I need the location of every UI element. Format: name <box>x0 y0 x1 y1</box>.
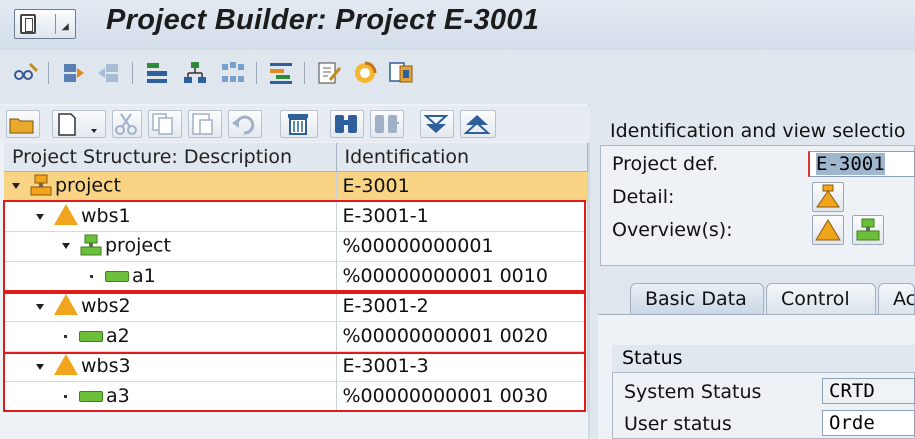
expand-all-button[interactable] <box>420 110 454 138</box>
table-row[interactable]: wbs2 E-3001-2 <box>4 291 588 322</box>
wbs-element-icon <box>815 219 841 241</box>
identification-group-title: Identification and view selectio <box>600 118 915 146</box>
column-header-identification[interactable]: Identification <box>336 143 588 172</box>
table-row[interactable]: a2 %00000000001 0020 <box>4 321 588 352</box>
expanded-toggle-icon[interactable] <box>36 363 44 370</box>
system-menu-button[interactable] <box>14 9 76 39</box>
find-next-icon <box>375 115 399 133</box>
application-toolbar <box>0 52 915 100</box>
structure-icon[interactable] <box>144 60 170 86</box>
open-folder-button[interactable] <box>6 110 40 138</box>
page-title: Project Builder: Project E-3001 <box>106 4 540 36</box>
wbs-element-icon <box>816 184 840 208</box>
activity-icon <box>79 391 103 402</box>
back-arrow-icon[interactable] <box>60 60 86 86</box>
table-row[interactable]: wbs3 E-3001-3 <box>4 351 588 382</box>
activity-icon <box>79 331 103 342</box>
user-status-field[interactable]: Orde <box>822 410 915 436</box>
system-status-label: System Status <box>624 381 762 403</box>
create-button[interactable] <box>52 110 106 138</box>
find-next-button[interactable] <box>370 110 404 138</box>
overview-network-button[interactable] <box>852 215 884 245</box>
detail-label: Detail: <box>612 186 675 208</box>
wbs-element-icon <box>54 204 78 225</box>
forward-arrow-icon[interactable] <box>96 60 122 86</box>
scissors-icon <box>115 113 137 135</box>
leaf-bullet-icon <box>64 335 67 338</box>
glasses-pencil-icon[interactable] <box>12 60 38 86</box>
table-row[interactable]: a3 %00000000001 0030 <box>4 381 588 412</box>
delete-button[interactable] <box>280 110 318 138</box>
activity-icon <box>105 271 129 282</box>
dropdown-arrow-icon <box>61 23 73 34</box>
collapse-icon <box>463 115 491 134</box>
tree-node-id: E-3001 <box>336 171 588 202</box>
network-icon[interactable] <box>220 60 246 86</box>
window-layout-icon[interactable] <box>388 60 414 86</box>
overview-wbs-button[interactable] <box>812 215 844 245</box>
detail-wbs-button[interactable] <box>812 182 844 212</box>
wbs-element-icon <box>54 354 78 375</box>
tree-node-label: wbs2 <box>81 295 131 317</box>
overview-label: Overview(s): <box>612 219 733 241</box>
expanded-toggle-icon[interactable] <box>36 303 44 310</box>
clipboard-icon <box>20 14 36 34</box>
find-button[interactable] <box>330 110 364 138</box>
tree-node-label: project <box>55 174 121 197</box>
wbs-element-icon <box>54 294 78 315</box>
tree-node-label: wbs1 <box>81 205 131 227</box>
table-row[interactable]: project %00000000001 <box>4 231 588 262</box>
tree-node-label: project <box>105 234 171 257</box>
tab-control[interactable]: Control <box>766 283 876 315</box>
project-structure-tree: Project Structure: Description Identific… <box>4 143 588 412</box>
tree-node-label: wbs3 <box>81 355 131 377</box>
copy-icon <box>152 113 173 135</box>
tree-node-id: %00000000001 0010 <box>336 261 588 292</box>
tree-node-id: %00000000001 0030 <box>336 381 588 412</box>
paste-icon <box>192 113 213 135</box>
new-document-icon <box>58 113 97 136</box>
settings-cycle-icon[interactable] <box>352 60 378 86</box>
tree-node-id: E-3001-3 <box>336 351 588 382</box>
folder-icon <box>9 118 34 134</box>
column-header-description[interactable]: Project Structure: Description <box>4 143 337 172</box>
tree-node-id: %00000000001 0020 <box>336 321 588 352</box>
table-row[interactable]: a1 %00000000001 0010 <box>4 261 588 292</box>
expanded-toggle-icon[interactable] <box>12 183 20 189</box>
table-row[interactable]: project E-3001 <box>4 171 588 202</box>
gantt-icon[interactable] <box>268 60 294 86</box>
system-status-field[interactable]: CRTD <box>822 378 915 404</box>
cut-button[interactable] <box>112 110 142 138</box>
binoculars-icon <box>335 115 357 133</box>
tree-node-id: E-3001-1 <box>336 201 588 232</box>
edit-document-icon[interactable] <box>316 60 342 86</box>
collapse-all-button[interactable] <box>460 110 496 138</box>
table-row[interactable]: wbs1 E-3001-1 <box>4 201 588 232</box>
tab-ac[interactable]: Ac <box>878 283 915 315</box>
user-status-label: User status <box>624 413 732 435</box>
expanded-toggle-icon[interactable] <box>36 213 44 220</box>
project-def-field[interactable]: E-3001 <box>808 151 915 177</box>
project-def-label: Project def. <box>612 153 719 175</box>
tree-node-label: a1 <box>132 265 156 287</box>
tree-node-label: a2 <box>106 325 130 347</box>
paste-button[interactable] <box>188 110 222 138</box>
expanded-toggle-icon[interactable] <box>62 243 70 249</box>
tab-basic-data[interactable]: Basic Data <box>630 283 764 315</box>
expand-icon <box>423 115 449 133</box>
undo-icon <box>232 115 255 135</box>
copy-button[interactable] <box>148 110 182 138</box>
status-group-title: Status <box>612 345 915 373</box>
trash-icon <box>288 114 308 135</box>
tree-node-label: a3 <box>106 385 130 407</box>
leaf-bullet-icon <box>90 275 93 278</box>
project-definition-icon <box>30 174 52 196</box>
leaf-bullet-icon <box>64 395 67 398</box>
network-icon <box>856 218 880 241</box>
undo-button[interactable] <box>228 110 262 138</box>
network-icon <box>80 234 102 256</box>
tree-node-id: %00000000001 <box>336 231 588 262</box>
tree-node-id: E-3001-2 <box>336 291 588 322</box>
hierarchy-icon[interactable] <box>182 60 208 86</box>
